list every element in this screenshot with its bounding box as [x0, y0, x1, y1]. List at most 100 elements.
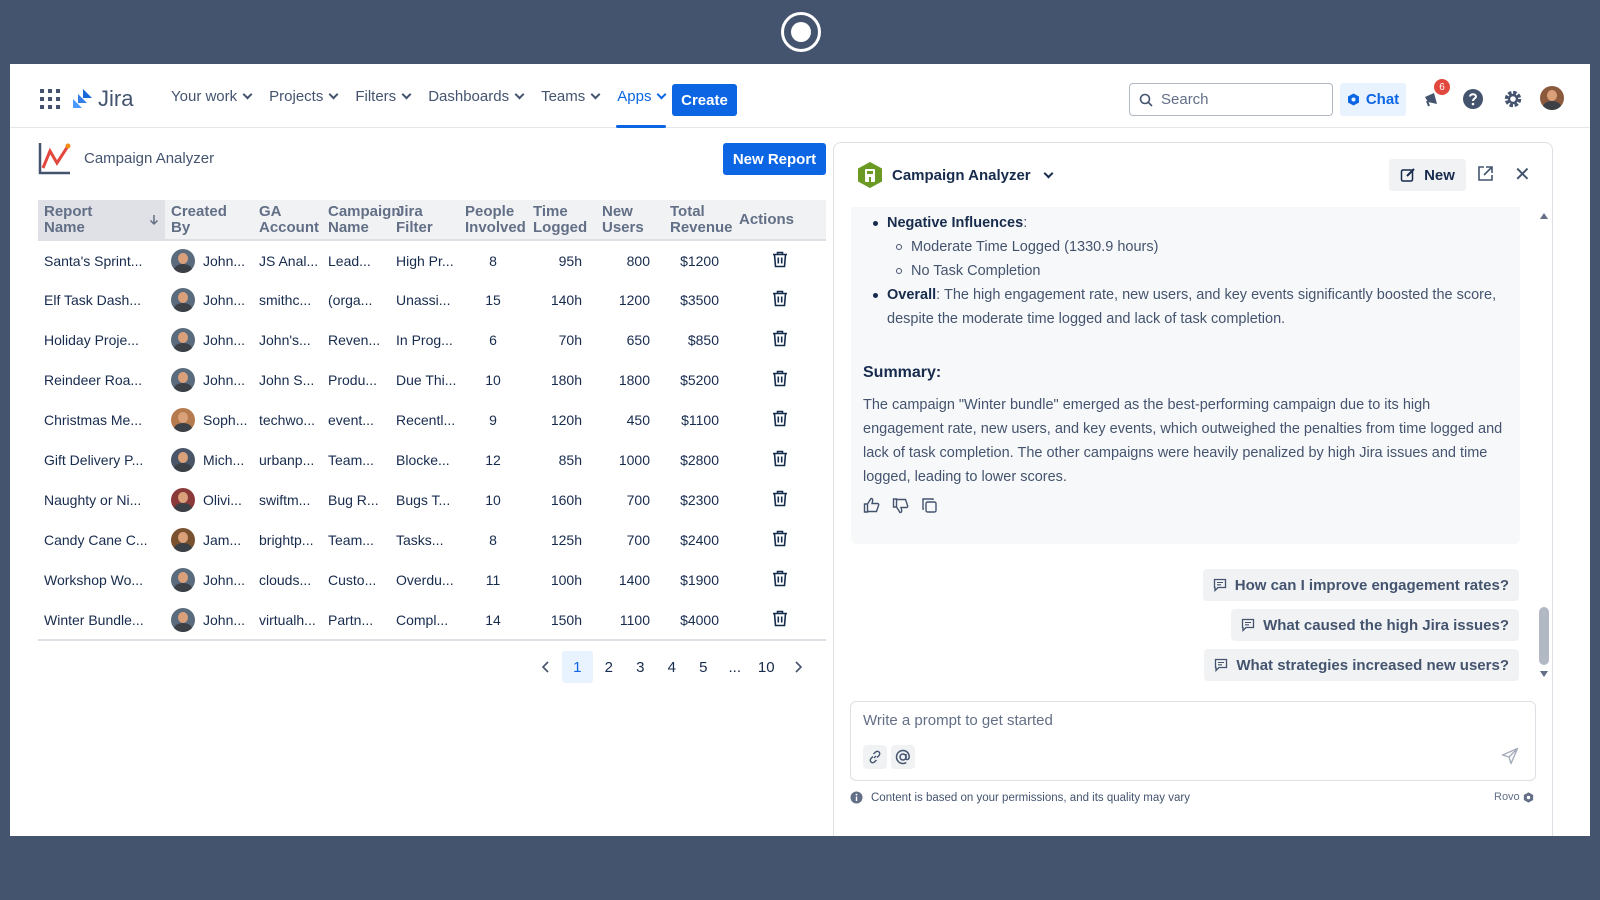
copy-icon[interactable] [921, 497, 938, 514]
table-row[interactable]: Workshop Wo... John... clouds... Custo... Ov… [38, 560, 826, 600]
jira-logo[interactable]: Jira [72, 86, 133, 112]
column-people-involved[interactable]: People Involved [459, 200, 527, 241]
trash-icon [772, 490, 787, 507]
column-time-logged[interactable]: Time Logged [527, 200, 596, 241]
list-item: Moderate Time Logged (1330.9 hours) [863, 235, 1508, 259]
help-button[interactable] [1459, 85, 1487, 113]
cell-report-name: Reindeer Roa... [44, 372, 143, 388]
column-new-users[interactable]: New Users [596, 200, 664, 241]
camera-indicator [781, 12, 821, 52]
column-jira-filter[interactable]: Jira Filter [390, 200, 459, 241]
page-button-1[interactable]: 1 [561, 651, 593, 683]
search-input[interactable] [1161, 91, 1321, 108]
cell-report-name: Holiday Proje... [44, 332, 139, 348]
cell-actions [733, 480, 826, 520]
page-button-3[interactable]: 3 [625, 651, 657, 683]
close-icon[interactable]: ✕ [1514, 165, 1531, 185]
page-button-2[interactable]: 2 [593, 651, 625, 683]
conversation-area: Negative Influences: Moderate Time Logge… [834, 207, 1552, 693]
trash-icon [772, 530, 787, 547]
table-row[interactable]: Reindeer Roa... John... John S... Produ... D… [38, 360, 826, 400]
new-chat-button[interactable]: New [1389, 159, 1466, 191]
cell-report-name: Candy Cane C... [44, 532, 148, 548]
nav-projects[interactable]: Projects [260, 64, 346, 128]
delete-report-button[interactable] [772, 370, 788, 390]
nav-label: Filters [355, 87, 397, 105]
open-in-new-window-icon[interactable] [1476, 165, 1494, 183]
suggested-prompt[interactable]: What caused the high Jira issues? [1231, 609, 1519, 641]
avatar [171, 568, 195, 592]
chat-button[interactable]: Chat [1340, 83, 1406, 116]
column-campaign-name[interactable]: Campaign Name [322, 200, 401, 241]
list-item: No Task Completion [863, 259, 1508, 283]
nav-filters[interactable]: Filters [346, 64, 419, 128]
delete-report-button[interactable] [772, 450, 788, 470]
cell-jira-filter: Blocke... [396, 452, 450, 468]
cell-jira-filter: Unassi... [396, 292, 451, 308]
table-row[interactable]: Holiday Proje... John... John's... Reven...… [38, 320, 826, 360]
top-navigation: Jira Your work Projects Filters Dashboar… [10, 64, 1590, 128]
page-button-10[interactable]: 10 [751, 651, 783, 683]
thumbs-down-icon[interactable] [892, 497, 909, 514]
table-row[interactable]: Elf Task Dash... John... smithc... (orga...… [38, 280, 826, 320]
column-ga-account[interactable]: GA Account [253, 200, 322, 241]
agent-selector[interactable]: Campaign Analyzer [856, 161, 1054, 189]
page-button-4[interactable]: 4 [656, 651, 688, 683]
sort-arrow-down-icon[interactable] [149, 214, 159, 226]
nav-dashboards[interactable]: Dashboards [419, 64, 532, 128]
mention-button[interactable] [891, 745, 915, 769]
delete-report-button[interactable] [772, 490, 788, 510]
table-row[interactable]: Candy Cane C... Jam... brightp... Team... Ta… [38, 520, 826, 560]
attach-link-button[interactable] [863, 745, 887, 769]
scroll-up-arrow-icon[interactable] [1540, 213, 1548, 219]
new-report-button[interactable]: New Report [723, 143, 826, 175]
scroll-down-arrow-icon[interactable] [1540, 671, 1548, 677]
column-report-name[interactable]: Report Name [38, 200, 165, 241]
create-button[interactable]: Create [672, 84, 737, 116]
cell-total-revenue: $2300 [680, 492, 719, 508]
search-icon [1139, 93, 1153, 107]
next-page-button[interactable] [782, 651, 814, 683]
rovo-icon [1523, 791, 1533, 803]
cell-time-logged: 140h [550, 292, 582, 308]
new-chat-label: New [1424, 166, 1455, 184]
trash-icon [772, 570, 787, 587]
column-created-by[interactable]: Created By [165, 200, 253, 241]
search-box[interactable] [1129, 83, 1333, 116]
prev-page-button[interactable] [530, 651, 562, 683]
chevron-down-icon [1043, 168, 1054, 178]
table-row[interactable]: Naughty or Ni... Olivi... swiftm... Bug R..… [38, 480, 826, 520]
scrollbar-thumb[interactable] [1539, 607, 1549, 665]
delete-report-button[interactable] [772, 330, 788, 350]
nav-apps[interactable]: Apps [608, 64, 674, 128]
suggestion-label: How can I improve engagement rates? [1234, 576, 1509, 594]
table-row[interactable]: Christmas Me... Soph... techwo... event... R… [38, 400, 826, 440]
cell-actions [733, 360, 826, 400]
delete-report-button[interactable] [772, 530, 788, 550]
delete-report-button[interactable] [772, 410, 788, 430]
nav-your-work[interactable]: Your work [162, 64, 260, 128]
cell-actions [733, 600, 826, 641]
suggested-prompt[interactable]: What strategies increased new users? [1204, 649, 1519, 681]
table-header-row: Report Name Created By GA Account Campai… [38, 200, 826, 241]
profile-avatar[interactable] [1540, 86, 1564, 110]
table-row[interactable]: Santa's Sprint... John... JS Anal... Lead..… [38, 240, 826, 280]
page-button-5[interactable]: 5 [688, 651, 720, 683]
suggested-prompt[interactable]: How can I improve engagement rates? [1202, 569, 1519, 601]
table-row[interactable]: Winter Bundle... John... virtualh... Partn.… [38, 600, 826, 641]
delete-report-button[interactable] [772, 610, 788, 630]
table-row[interactable]: Gift Delivery P... Mich... urbanp... Team..… [38, 440, 826, 480]
nav-teams[interactable]: Teams [532, 64, 608, 128]
delete-report-button[interactable] [772, 251, 788, 271]
thumbs-up-icon[interactable] [863, 497, 880, 514]
prompt-input[interactable] [863, 712, 1503, 734]
delete-report-button[interactable] [772, 290, 788, 310]
send-icon[interactable] [1501, 747, 1519, 765]
cell-ga-account: John S... [259, 372, 315, 388]
column-actions: Actions [733, 200, 826, 241]
delete-report-button[interactable] [772, 570, 788, 590]
notifications-button[interactable]: 6 [1418, 79, 1450, 113]
column-total-revenue[interactable]: Total Revenue [664, 200, 733, 241]
settings-button[interactable] [1499, 85, 1527, 113]
app-switcher-icon[interactable] [40, 89, 60, 109]
